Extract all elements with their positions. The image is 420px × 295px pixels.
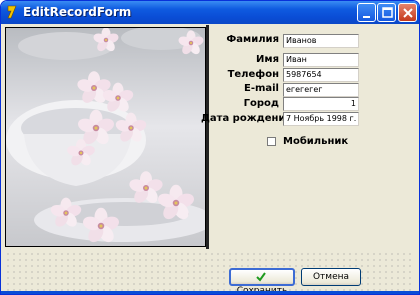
checkmark-icon (255, 271, 266, 282)
minimize-icon (363, 16, 370, 18)
name-label: Имя (256, 54, 279, 65)
close-button[interactable] (398, 3, 417, 22)
surname-field[interactable]: Иванов (283, 34, 359, 48)
email-field[interactable]: егегегег (283, 83, 359, 97)
window-bottom-border (1, 291, 419, 294)
city-label: Город (243, 98, 279, 109)
birthdate-field[interactable]: 7 Ноябрь 1998 г. (283, 112, 359, 126)
phone-label: Телефон (227, 69, 279, 80)
email-label: E-mail (243, 83, 279, 94)
edit-record-window: EditRecordForm Фамилия Иванов Имя Иван Т… (0, 0, 420, 295)
mobile-label: Мобильник (283, 136, 349, 147)
maximize-icon (382, 7, 393, 18)
close-icon (403, 8, 413, 18)
save-button[interactable]: Сохранить (229, 268, 295, 294)
maximize-button[interactable] (377, 3, 396, 22)
name-field[interactable]: Иван (283, 53, 359, 67)
delphi-icon (7, 5, 17, 19)
mobile-checkbox[interactable] (267, 137, 276, 146)
surname-label: Фамилия (226, 34, 279, 45)
window-title: EditRecordForm (23, 5, 132, 19)
cancel-button[interactable]: Отмена (301, 268, 361, 286)
cherry-blossom-photo (5, 27, 206, 247)
minimize-button[interactable] (357, 3, 376, 22)
birthdate-label: Дата рождения (201, 113, 292, 124)
city-field[interactable]: 1 (283, 97, 359, 111)
phone-field[interactable]: 5987654 (283, 68, 359, 82)
title-bar[interactable]: EditRecordForm (1, 1, 419, 24)
